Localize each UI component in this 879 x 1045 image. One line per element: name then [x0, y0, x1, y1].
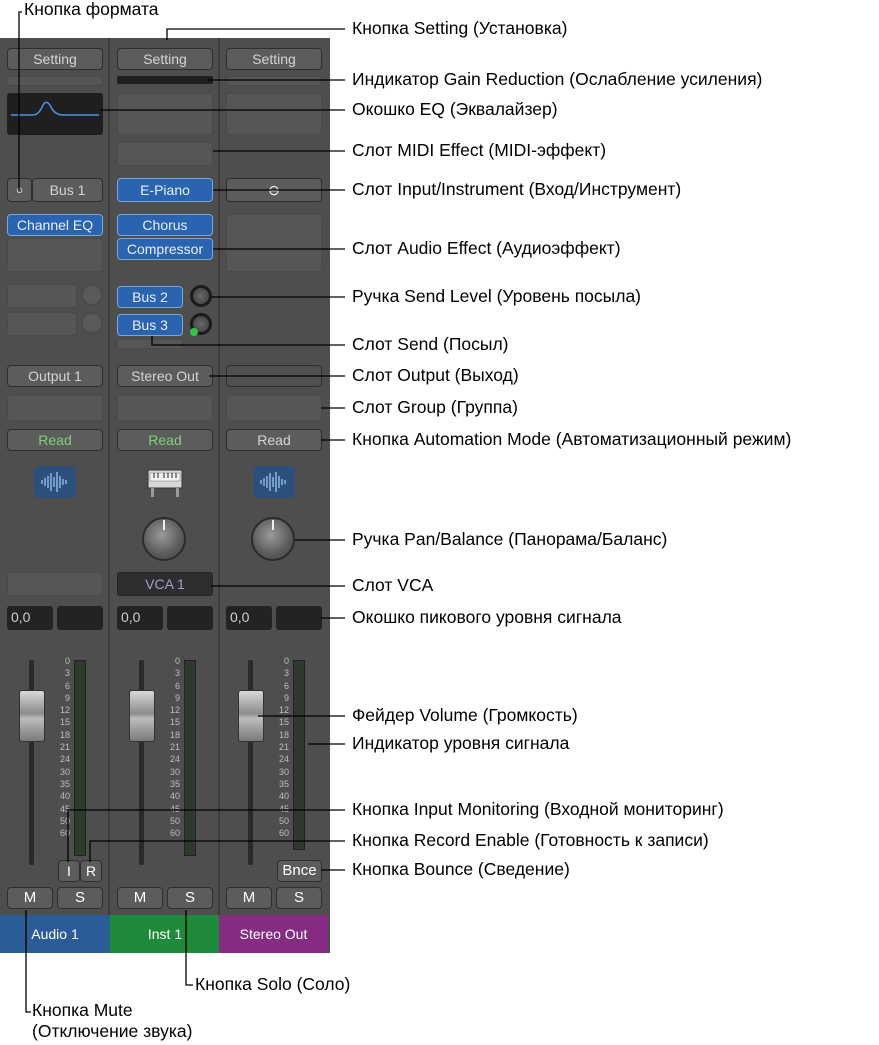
callout-volume: Фейдер Volume (Громкость) — [352, 705, 578, 725]
mute-leader-line — [25, 910, 31, 1013]
callout-record-enable: Кнопка Record Enable (Готовность к запис… — [352, 830, 709, 850]
setting-leader-line — [166, 28, 345, 40]
callout-pan: Ручка Pan/Balance (Панорама/Баланс) — [352, 529, 668, 549]
format-leader-line — [18, 11, 22, 190]
callout-send: Слот Send (Посыл) — [352, 334, 509, 354]
callout-vca: Слот VCA — [352, 575, 434, 595]
send-leader-line — [151, 336, 345, 346]
input-monitoring-leader-line — [67, 809, 345, 862]
solo-leader-line — [185, 910, 193, 986]
callout-send-level: Ручка Send Level (Уровень посыла) — [352, 286, 642, 306]
callout-automation: Кнопка Automation Mode (Автоматизационны… — [352, 429, 792, 449]
callout-gain-reduction: Индикатор Gain Reduction (Ослабление уси… — [352, 69, 763, 89]
callout-input-monitoring: Кнопка Input Monitoring (Входной монитор… — [352, 799, 724, 819]
record-enable-leader-line — [89, 840, 345, 862]
callout-midi-effect: Слот MIDI Effect (MIDI-эффект) — [352, 140, 607, 160]
callout-group: Слот Group (Группа) — [352, 397, 518, 417]
callout-solo: Кнопка Solo (Соло) — [195, 974, 351, 994]
callout-bounce: Кнопка Bounce (Сведение) — [352, 859, 570, 879]
callout-audio-effect: Слот Audio Effect (Аудиоэффект) — [352, 238, 621, 258]
callout-mute-line-2: (Отключение звука) — [32, 1021, 193, 1041]
callout-output: Слот Output (Выход) — [352, 365, 519, 385]
callout-eq: Окошко EQ (Эквалайзер) — [352, 99, 558, 119]
callout-input: Слот Input/Instrument (Вход/Инструмент) — [352, 179, 682, 199]
callout-peak: Окошко пикового уровня сигнала — [352, 607, 622, 627]
callout-format: Кнопка формата — [24, 0, 159, 19]
callout-level-meter: Индикатор уровня сигнала — [352, 733, 570, 753]
callout-setting: Кнопка Setting (Установка) — [352, 18, 568, 38]
callout-mute-line-1: Кнопка Mute — [32, 1000, 133, 1020]
